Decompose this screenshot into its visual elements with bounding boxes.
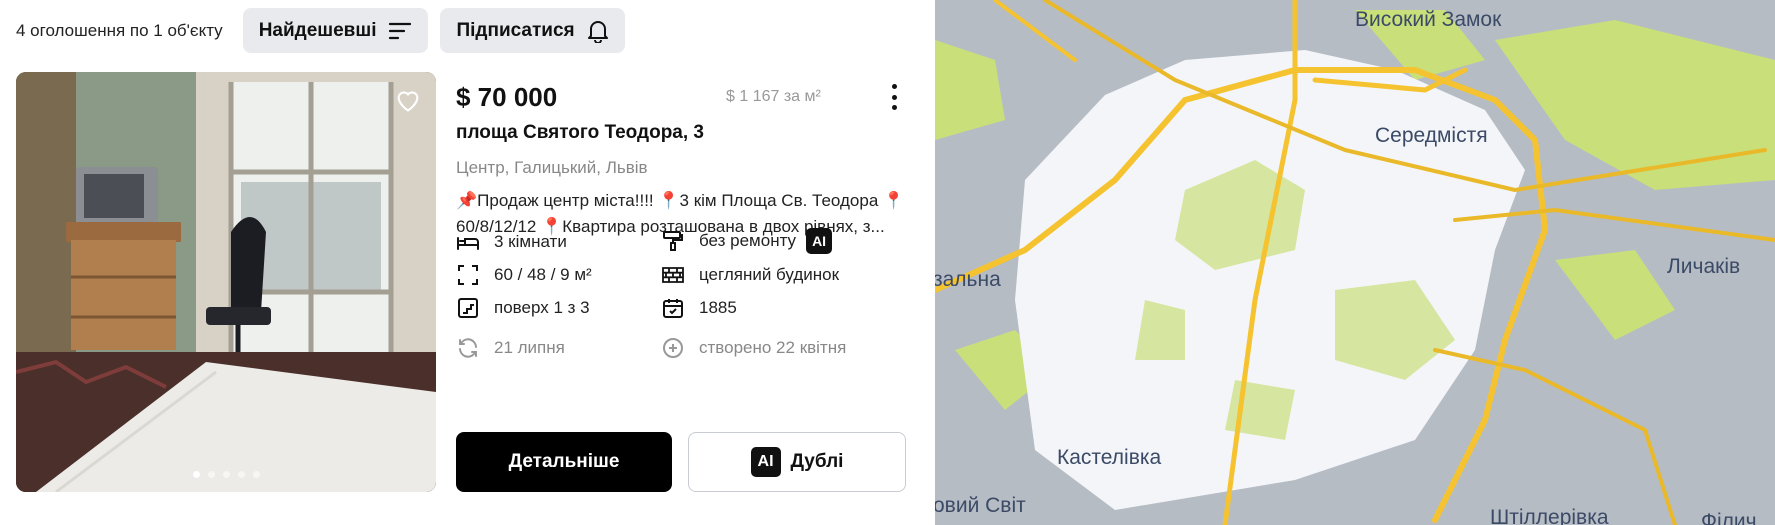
carousel-dot[interactable] [222, 471, 230, 478]
bed-icon [457, 237, 479, 250]
map[interactable]: Високий Замок Середмістя Личаків Кастелі… [935, 0, 1775, 525]
more-options-icon[interactable] [890, 84, 898, 110]
listing-panel: 4 оголошення по 1 об'єкту Найдешевші Під… [0, 0, 935, 525]
description-line-1: 📌Продаж центр міста!!!! 📍3 кім Площа Св.… [456, 191, 905, 210]
feature-created: створено 22 квітня [661, 336, 846, 360]
map-label-filia: Філич [1701, 510, 1757, 525]
building-text: цегляний будинок [699, 265, 840, 284]
expand-corners-icon [458, 265, 478, 285]
sort-lines-icon [389, 22, 412, 39]
renovation-text: без ремонту [699, 231, 797, 250]
details-button[interactable]: Детальніше [456, 432, 672, 492]
listing-address[interactable]: площа Святого Теодора, 3 [456, 122, 704, 144]
duplicates-label: Дублі [790, 451, 844, 472]
listing-location: Центр, Галицький, Львів [456, 158, 648, 177]
feature-year: 1885 [661, 296, 737, 320]
map-label-zaliznychna: зальна [935, 268, 1001, 291]
details-label: Детальніше [508, 451, 620, 472]
carousel-dot[interactable] [252, 471, 260, 478]
map-label-high-castle: Високий Замок [1355, 8, 1502, 31]
ai-badge: AI [750, 447, 781, 477]
favorite-heart-icon[interactable] [394, 86, 422, 114]
carousel-dot[interactable] [192, 471, 200, 478]
room-photo-illustration [16, 72, 436, 492]
map-label-center: Середмістя [1375, 124, 1488, 147]
toolbar: 4 оголошення по 1 об'єкту Найдешевші Під… [16, 8, 625, 53]
refresh-icon [459, 338, 477, 358]
listing-photo[interactable] [16, 72, 436, 492]
subscribe-label: Підписатися [456, 19, 575, 41]
stairs-icon [458, 298, 478, 318]
feature-renovation: без ремонту AI [661, 228, 833, 254]
duplicates-button[interactable]: AI Дублі [688, 432, 906, 492]
listing-price: $ 70 000 [456, 82, 558, 112]
area-text: 60 / 48 / 9 м² [494, 265, 592, 284]
feature-rooms: 3 кімнати [456, 230, 567, 254]
carousel-dot[interactable] [237, 471, 245, 478]
plus-circle-icon [663, 338, 683, 358]
map-label-lychakiv: Личаків [1667, 255, 1741, 278]
map-label-shtilerivka: Штіллерівка [1490, 506, 1609, 525]
feature-area: 60 / 48 / 9 м² [456, 263, 592, 287]
feature-updated: 21 липня [456, 336, 565, 360]
paint-roller-icon [663, 231, 683, 251]
calendar-check-icon [663, 299, 683, 318]
brick-wall-icon [662, 267, 684, 283]
map-label-kastelivka: Кастелівка [1057, 446, 1162, 469]
listing-info: $ 70 000 $ 1 167 за м² площа Святого Тео… [456, 72, 906, 492]
updated-text: 21 липня [494, 338, 565, 357]
sort-button[interactable]: Найдешевші [242, 8, 429, 53]
ai-badge: AI [806, 228, 833, 254]
map-label-novyi-svit: овий Світ [935, 494, 1026, 517]
price-per-m2: $ 1 167 за м² [726, 88, 821, 105]
listing-card[interactable]: $ 70 000 $ 1 167 за м² площа Святого Тео… [16, 72, 906, 492]
rooms-text: 3 кімнати [494, 232, 567, 251]
feature-floor: поверх 1 з 3 [456, 296, 590, 320]
subscribe-button[interactable]: Підписатися [440, 8, 625, 53]
created-text: створено 22 квітня [699, 338, 847, 357]
feature-building: цегляний будинок [661, 263, 839, 287]
photo-carousel-dots[interactable] [16, 471, 436, 478]
bell-icon [587, 20, 608, 43]
carousel-dot[interactable] [207, 471, 215, 478]
listings-count: 4 оголошення по 1 об'єкту [16, 20, 223, 40]
sort-label: Найдешевші [258, 19, 377, 41]
year-text: 1885 [699, 298, 737, 317]
floor-text: поверх 1 з 3 [494, 298, 590, 317]
